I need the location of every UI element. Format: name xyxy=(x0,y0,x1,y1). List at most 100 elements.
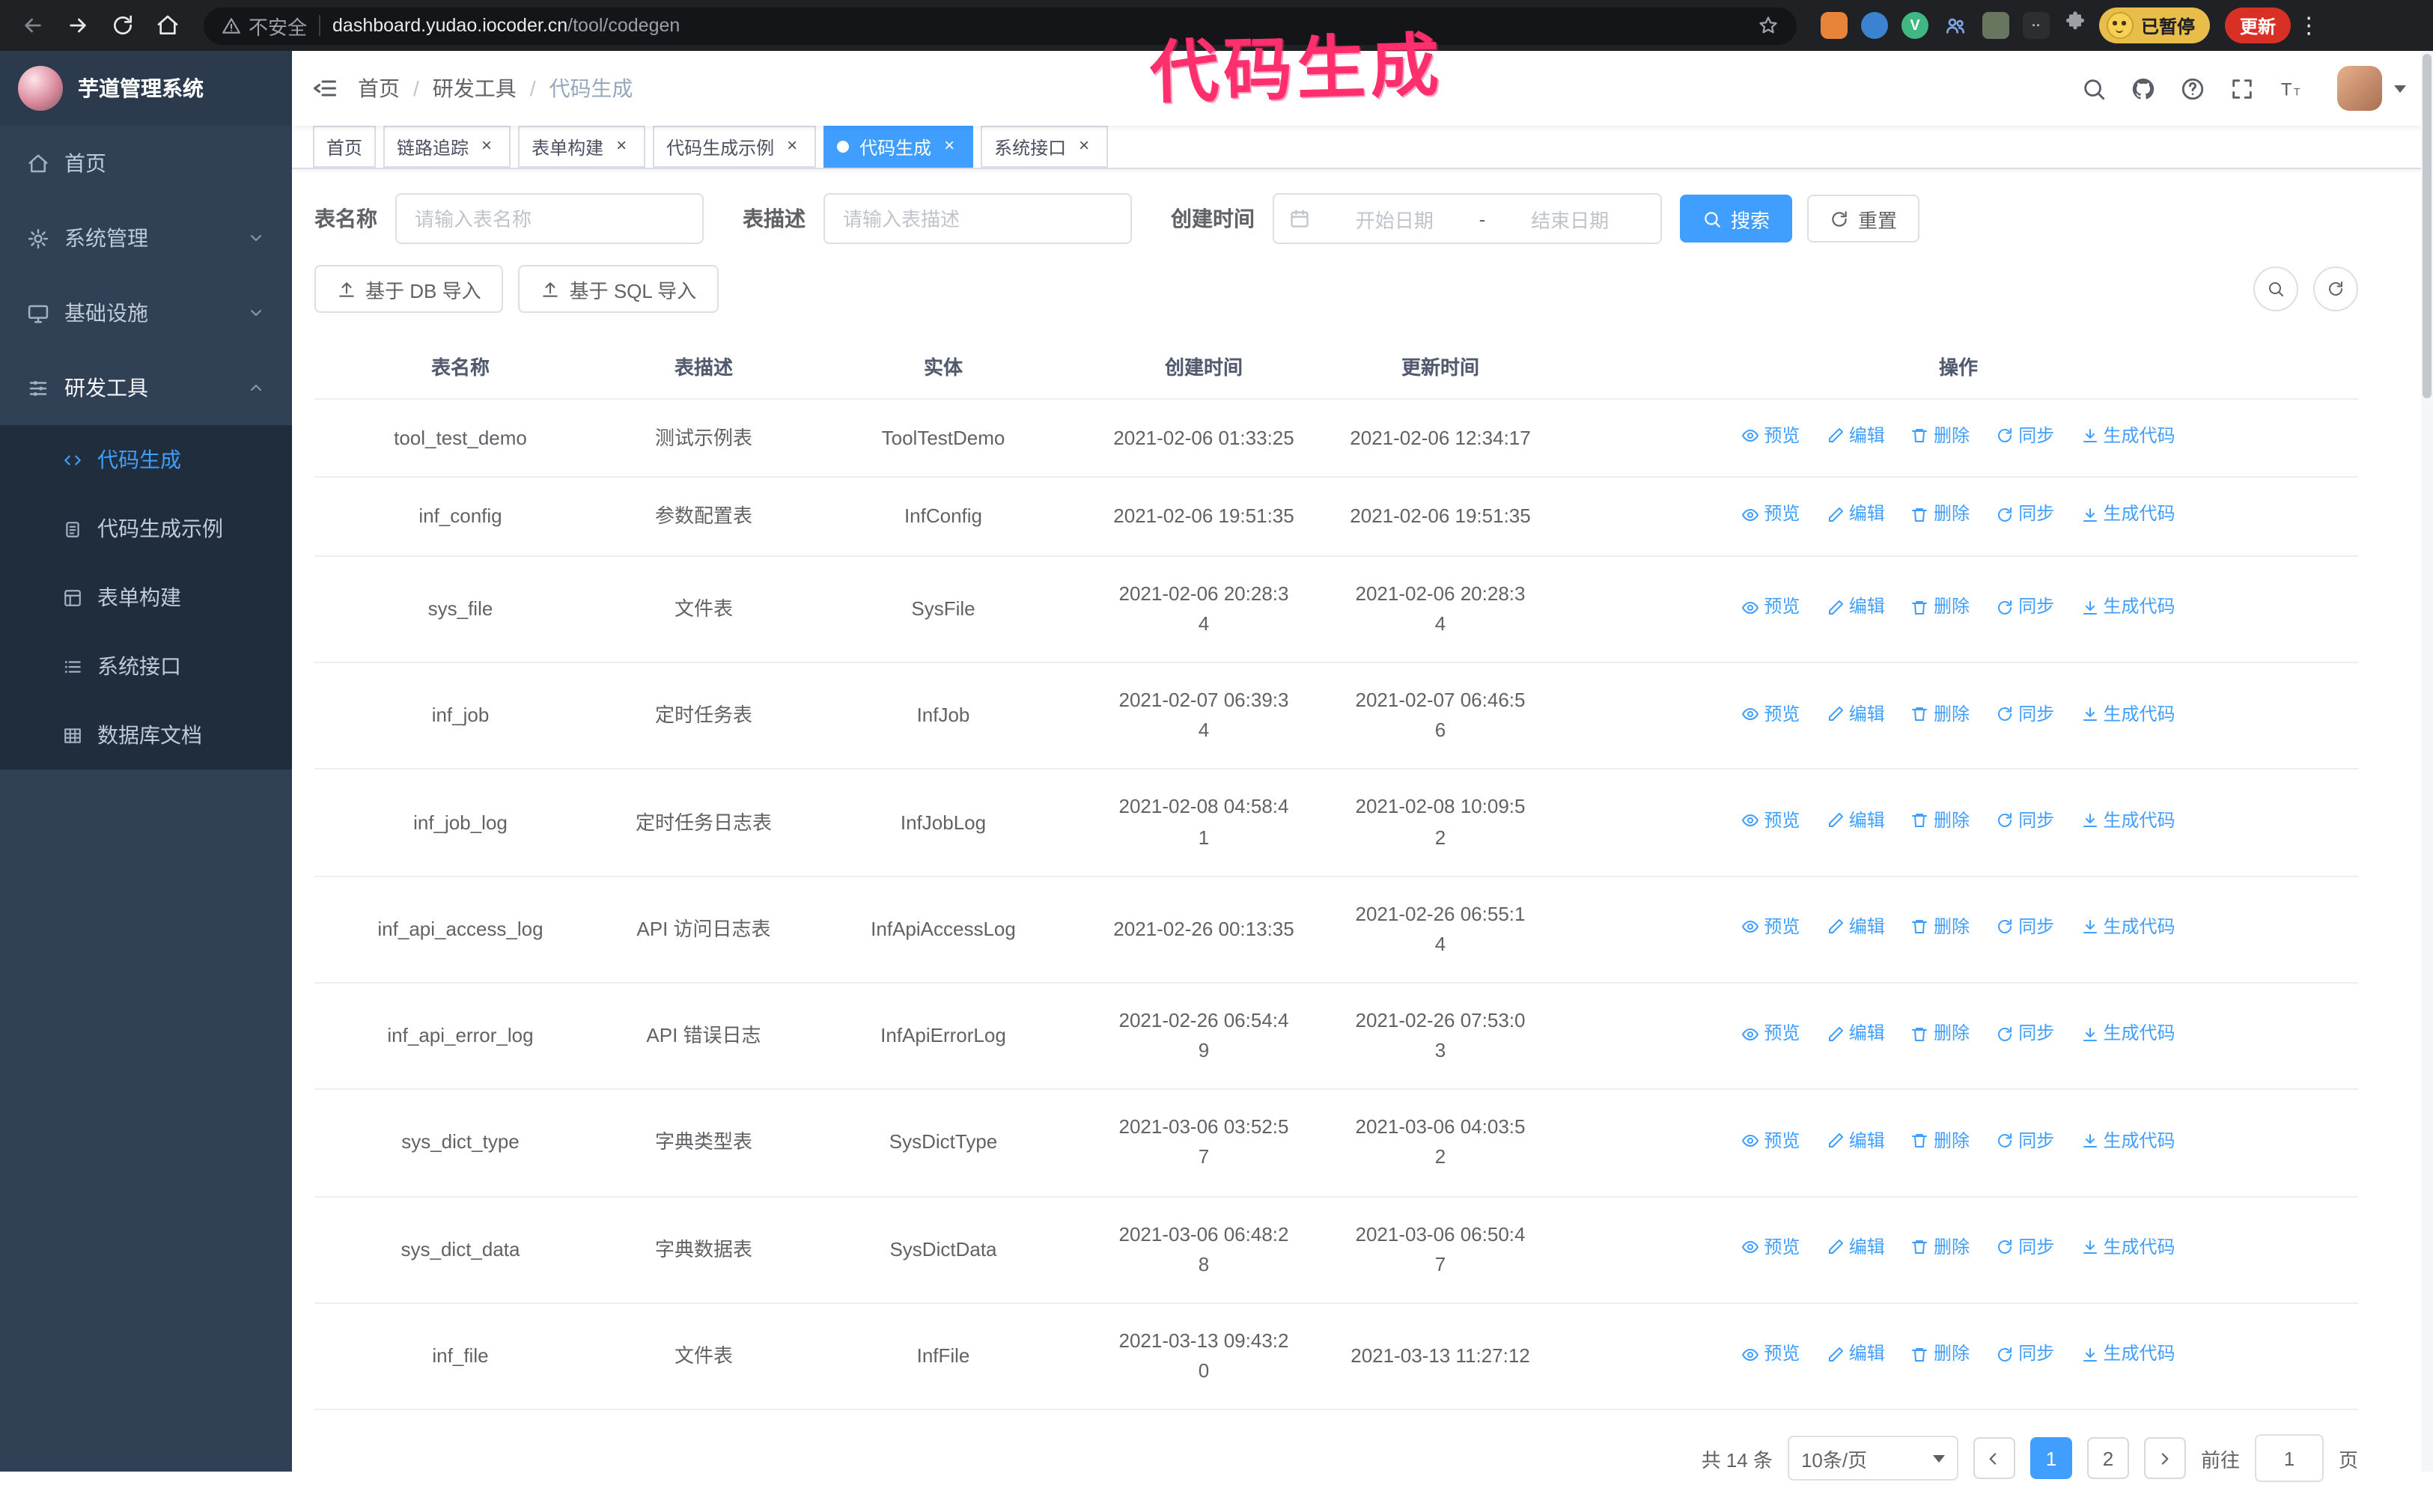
refresh-table-button[interactable] xyxy=(2313,266,2358,311)
sidebar-item-system-api[interactable]: 系统接口 xyxy=(0,632,292,701)
sync-link[interactable]: 同步 xyxy=(1996,1127,2054,1154)
extension-icon-people[interactable] xyxy=(1942,12,1969,39)
extension-icon-green[interactable] xyxy=(1982,12,2009,39)
generate-code-link[interactable]: 生成代码 xyxy=(2081,501,2175,528)
sidebar-item-codegen[interactable]: 代码生成 xyxy=(0,425,292,494)
sync-link[interactable]: 同步 xyxy=(1996,807,2054,835)
sidebar-item-system[interactable]: 系统管理 xyxy=(0,201,292,275)
fullscreen-button[interactable] xyxy=(2229,76,2255,101)
preview-link[interactable]: 预览 xyxy=(1741,700,1800,728)
extension-icon-blue[interactable] xyxy=(1861,12,1888,39)
delete-link[interactable]: 删除 xyxy=(1911,807,1970,835)
date-range-picker[interactable]: 开始日期 - 结束日期 xyxy=(1273,193,1662,244)
preview-link[interactable]: 预览 xyxy=(1741,422,1800,450)
header-search-button[interactable] xyxy=(2081,76,2107,101)
delete-link[interactable]: 删除 xyxy=(1911,1341,1970,1368)
search-button[interactable]: 搜索 xyxy=(1680,195,1793,243)
table-name-input[interactable] xyxy=(395,193,704,244)
browser-menu-button[interactable]: ⋮ xyxy=(2294,12,2324,39)
generate-code-link[interactable]: 生成代码 xyxy=(2081,913,2175,941)
generate-code-link[interactable]: 生成代码 xyxy=(2081,700,2175,728)
sidebar-item-infrastructure[interactable]: 基础设施 xyxy=(0,275,292,350)
breadcrumb-home[interactable]: 首页 xyxy=(358,73,400,103)
delete-link[interactable]: 删除 xyxy=(1911,1127,1970,1154)
preview-link[interactable]: 预览 xyxy=(1741,1341,1800,1368)
generate-code-link[interactable]: 生成代码 xyxy=(2081,1341,2175,1368)
extension-icon-orange[interactable] xyxy=(1821,12,1848,39)
sidebar-item-db-docs[interactable]: 数据库文档 xyxy=(0,701,292,769)
github-link[interactable] xyxy=(2131,76,2156,101)
generate-code-link[interactable]: 生成代码 xyxy=(2081,1234,2175,1261)
import-db-button[interactable]: 基于 DB 导入 xyxy=(314,265,504,313)
close-icon[interactable]: × xyxy=(939,135,960,157)
delete-link[interactable]: 删除 xyxy=(1911,1020,1970,1048)
vue-devtools-icon[interactable]: V xyxy=(1901,12,1928,39)
edit-link[interactable]: 编辑 xyxy=(1827,594,1885,621)
tab-codegen-example[interactable]: 代码生成示例 × xyxy=(653,126,817,168)
sync-link[interactable]: 同步 xyxy=(1996,1234,2054,1261)
extension-icon-dark[interactable]: ·· xyxy=(2023,12,2050,39)
edit-link[interactable]: 编辑 xyxy=(1827,1020,1885,1048)
sync-link[interactable]: 同步 xyxy=(1996,594,2054,621)
user-menu[interactable] xyxy=(2337,66,2406,111)
sync-link[interactable]: 同步 xyxy=(1996,422,2054,450)
sidebar-toggle-button[interactable] xyxy=(292,51,358,126)
close-icon[interactable]: × xyxy=(476,135,497,157)
browser-back-button[interactable] xyxy=(12,4,54,46)
browser-home-button[interactable] xyxy=(147,4,189,46)
sync-link[interactable]: 同步 xyxy=(1996,913,2054,941)
profile-paused-chip[interactable]: 已暂停 xyxy=(2099,7,2211,43)
edit-link[interactable]: 编辑 xyxy=(1827,1234,1885,1261)
tab-home[interactable]: 首页 xyxy=(313,126,377,168)
sidebar-item-home[interactable]: 首页 xyxy=(0,126,292,201)
close-icon[interactable]: × xyxy=(611,135,632,157)
edit-link[interactable]: 编辑 xyxy=(1827,501,1885,528)
prev-page-button[interactable] xyxy=(1973,1437,2015,1480)
sync-link[interactable]: 同步 xyxy=(1996,501,2054,528)
toggle-search-button[interactable] xyxy=(2253,266,2298,311)
delete-link[interactable]: 删除 xyxy=(1911,700,1970,728)
page-1-button[interactable]: 1 xyxy=(2029,1437,2072,1480)
browser-reload-button[interactable] xyxy=(102,4,144,46)
tab-system-api[interactable]: 系统接口 × xyxy=(981,126,1109,168)
sync-link[interactable]: 同步 xyxy=(1996,700,2054,728)
preview-link[interactable]: 预览 xyxy=(1741,1020,1800,1048)
goto-page-input[interactable] xyxy=(2254,1434,2324,1483)
tab-tracing[interactable]: 链路追踪 × xyxy=(383,126,511,168)
app-logo[interactable]: 芋道管理系统 xyxy=(0,51,292,126)
page-2-button[interactable]: 2 xyxy=(2086,1437,2129,1480)
edit-link[interactable]: 编辑 xyxy=(1827,422,1885,450)
page-size-select[interactable]: 10条/页 xyxy=(1787,1436,1958,1481)
sidebar-item-form-builder[interactable]: 表单构建 xyxy=(0,563,292,632)
extensions-menu-button[interactable] xyxy=(2063,11,2087,40)
scrollbar-thumb[interactable] xyxy=(2423,54,2432,398)
font-size-button[interactable]: TT xyxy=(2279,76,2304,101)
scrollbar[interactable] xyxy=(2421,51,2433,1472)
delete-link[interactable]: 删除 xyxy=(1911,913,1970,941)
reset-button[interactable]: 重置 xyxy=(1807,195,1920,243)
next-page-button[interactable] xyxy=(2143,1437,2186,1480)
close-icon[interactable]: × xyxy=(1074,135,1094,157)
generate-code-link[interactable]: 生成代码 xyxy=(2081,594,2175,621)
tab-form-builder[interactable]: 表单构建 × xyxy=(518,126,646,168)
sync-link[interactable]: 同步 xyxy=(1996,1341,2054,1368)
delete-link[interactable]: 删除 xyxy=(1911,1234,1970,1261)
tab-codegen[interactable]: 代码生成 × xyxy=(823,126,974,168)
sidebar-item-codegen-example[interactable]: 代码生成示例 xyxy=(0,494,292,563)
edit-link[interactable]: 编辑 xyxy=(1827,807,1885,835)
preview-link[interactable]: 预览 xyxy=(1741,501,1800,528)
address-bar[interactable]: 不安全 dashboard.yudao.iocoder.cn/tool/code… xyxy=(204,7,1797,44)
security-indicator[interactable]: 不安全 xyxy=(222,11,307,40)
bookmark-star-button[interactable] xyxy=(1758,13,1779,37)
sidebar-item-devtools[interactable]: 研发工具 xyxy=(0,350,292,425)
edit-link[interactable]: 编辑 xyxy=(1827,913,1885,941)
generate-code-link[interactable]: 生成代码 xyxy=(2081,422,2175,450)
delete-link[interactable]: 删除 xyxy=(1911,422,1970,450)
generate-code-link[interactable]: 生成代码 xyxy=(2081,1020,2175,1048)
preview-link[interactable]: 预览 xyxy=(1741,807,1800,835)
edit-link[interactable]: 编辑 xyxy=(1827,700,1885,728)
sync-link[interactable]: 同步 xyxy=(1996,1020,2054,1048)
import-sql-button[interactable]: 基于 SQL 导入 xyxy=(518,265,719,313)
browser-forward-button[interactable] xyxy=(57,4,99,46)
table-desc-input[interactable] xyxy=(823,193,1132,244)
